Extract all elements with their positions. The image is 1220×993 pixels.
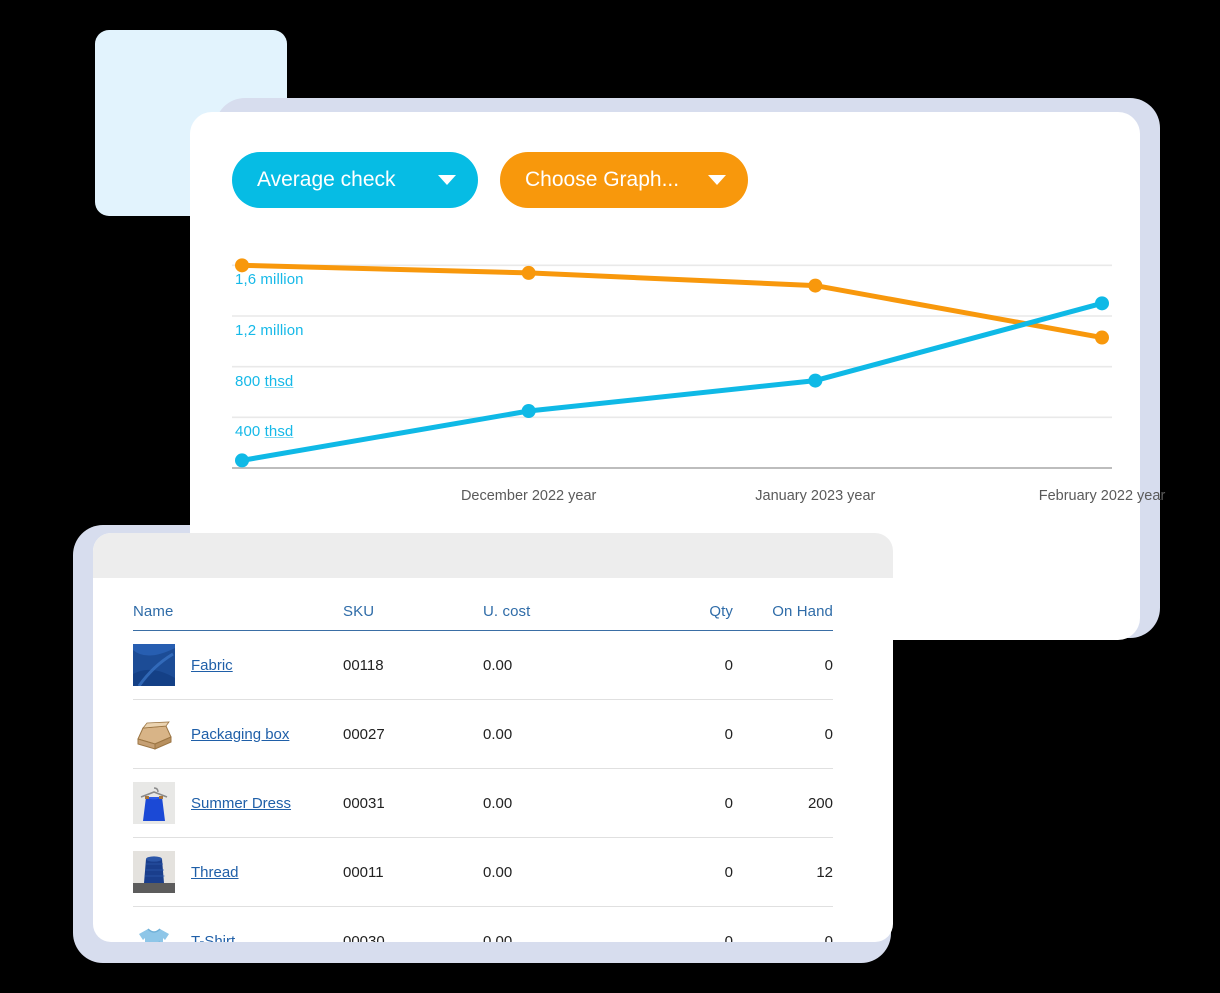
table-header-on_hand[interactable]: On Hand [733,603,833,631]
screen: Average check Choose Graph... 1,6 millio… [0,0,1220,993]
cell-cost: 0.00 [483,699,633,769]
product-cell-content: T-Shirt [133,920,343,942]
chart-controls: Average check Choose Graph... [232,152,748,208]
chart-y-tick-label: 1,6 million [235,271,304,289]
chart-data-point[interactable] [1095,296,1109,311]
table-header-cost[interactable]: U. cost [483,603,633,631]
t-shirt-thumbnail [133,920,175,942]
chart-data-point[interactable] [235,258,249,273]
chart-data-point[interactable] [521,265,536,280]
product-cell: Thread [133,837,343,907]
cell-sku: 00118 [343,630,483,700]
cell-cost: 0.00 [483,630,633,700]
chart-data-point[interactable] [1095,330,1109,345]
packaging-box-thumbnail [133,713,175,755]
cell-cost: 0.00 [483,837,633,907]
summer-dress-thumbnail [133,782,175,824]
product-cell-content: Summer Dress [133,782,343,824]
cell-on_hand: 0 [733,906,833,942]
table-row[interactable]: T-Shirt 00030 0.00 0 0 [133,906,833,942]
cell-sku: 00011 [343,837,483,907]
cell-qty: 0 [633,837,733,907]
cell-on_hand: 12 [733,837,833,907]
product-cell-content: Fabric [133,644,343,687]
product-cell: Packaging box [133,699,343,769]
inventory-card: Name SKU U. cost Qty On Hand Fabric 00118 0.00… [93,533,893,942]
chart-x-axis-labels: December 2022 year January 2023 year Febru… [232,480,1165,510]
graph-dropdown-label: Choose Graph... [525,168,680,191]
chart-y-tick-label: 800 thsd [235,372,294,390]
chart-line [239,300,1105,463]
product-cell-content: Packaging box [133,713,343,755]
chart-data-point[interactable] [521,404,536,418]
chart-data-point[interactable] [808,278,823,293]
product-cell-content: Thread [133,851,343,893]
table-header-qty[interactable]: Qty [633,603,733,631]
cell-qty: 0 [633,699,733,769]
table-header-sku[interactable]: SKU [343,603,483,631]
product-name-link[interactable]: Summer Dress [191,795,291,812]
cell-on_hand: 0 [733,699,833,769]
cell-sku: 00031 [343,768,483,838]
cell-sku: 00030 [343,906,483,942]
cell-qty: 0 [633,630,733,700]
table-header-row: Name SKU U. cost Qty On Hand [133,603,833,631]
line-chart: 1,6 million 1,2 million 800 thsd 400 thsd D… [232,230,1165,504]
graph-dropdown[interactable]: Choose Graph... [500,152,748,208]
chart-line [239,262,1105,341]
cell-cost: 0.00 [483,768,633,838]
inventory-card-header [93,533,893,578]
chart-data-point[interactable] [808,373,823,388]
metric-dropdown-label: Average check [257,168,396,191]
cell-on_hand: 0 [733,630,833,700]
fabric-thumbnail [133,644,175,687]
table-row[interactable]: Thread 00011 0.00 0 12 [133,837,833,907]
chart-x-tick-label: January 2023 year [755,488,876,504]
chart-plot-area [232,258,1112,469]
thread-thumbnail [133,851,175,893]
table-row[interactable]: Summer Dress 00031 0.00 0 200 [133,768,833,838]
product-name-link[interactable]: Packaging box [191,726,289,743]
inventory-table-area: Name SKU U. cost Qty On Hand Fabric 00118 0.00… [133,603,833,942]
product-cell: Fabric [133,630,343,700]
inventory-table-head: Name SKU U. cost Qty On Hand [133,603,833,631]
table-row[interactable]: Fabric 00118 0.00 0 0 [133,630,833,700]
cell-sku: 00027 [343,699,483,769]
cell-qty: 0 [633,906,733,942]
chevron-down-icon [438,175,456,185]
product-name-link[interactable]: Fabric [191,657,233,674]
inventory-table: Name SKU U. cost Qty On Hand Fabric 00118 0.00… [133,603,833,942]
chart-series-layer [235,258,1109,468]
table-header-name[interactable]: Name [133,603,343,631]
chart-x-tick-label: December 2022 year [460,488,597,504]
product-cell: T-Shirt [133,906,343,942]
cell-qty: 0 [633,768,733,838]
chart-y-tick-label: 400 thsd [235,423,294,441]
table-row[interactable]: Packaging box 00027 0.00 0 0 [133,699,833,769]
chart-data-point[interactable] [235,453,249,468]
product-name-link[interactable]: Thread [191,864,239,881]
product-cell: Summer Dress [133,768,343,838]
metric-dropdown[interactable]: Average check [232,152,478,208]
chart-y-tick-label: 1,2 million [235,322,304,339]
cell-on_hand: 200 [733,768,833,838]
chart-x-tick-label: February 2022 year [1038,488,1166,504]
inventory-table-body: Fabric 00118 0.00 0 0 Packaging box 00027 0.00 0… [133,630,833,942]
chevron-down-icon [708,175,726,185]
product-name-link[interactable]: T-Shirt [191,933,235,943]
cell-cost: 0.00 [483,906,633,942]
